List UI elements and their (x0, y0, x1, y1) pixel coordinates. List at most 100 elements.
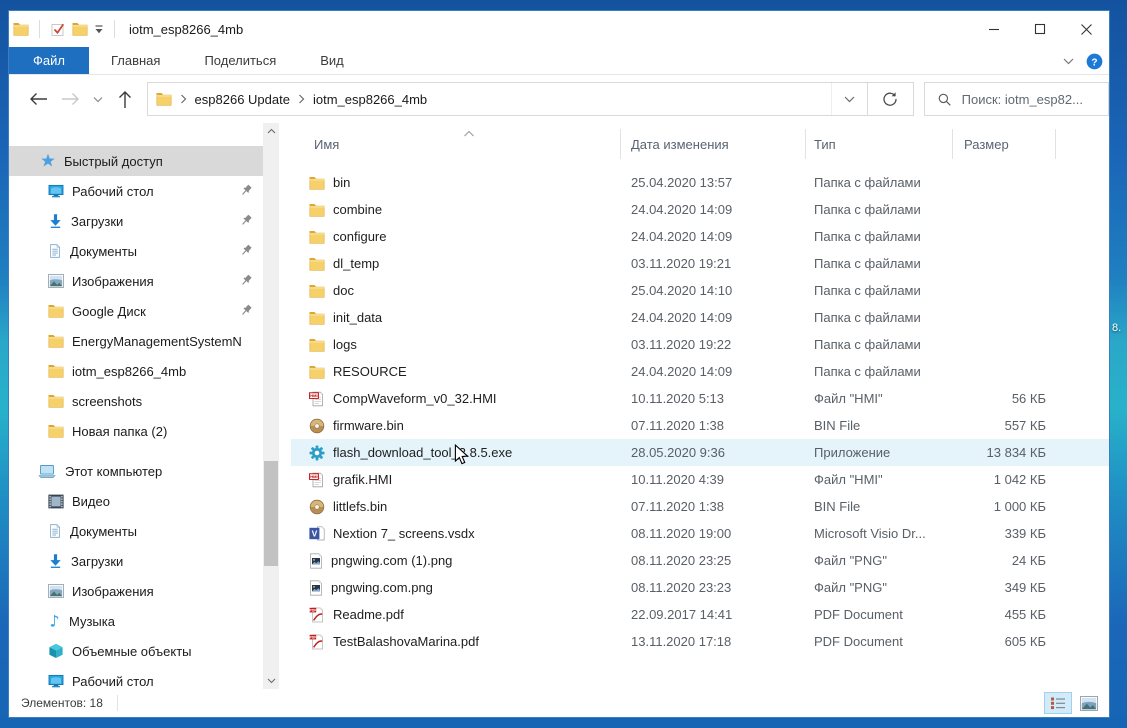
sidebar-item-downloads[interactable]: Загрузки (9, 206, 263, 236)
file-type: Файл "PNG" (806, 553, 953, 568)
breadcrumb-segment[interactable]: esp8266 Update (195, 92, 290, 107)
tab-share[interactable]: Поделиться (182, 47, 298, 74)
column-header-size[interactable]: Размер (953, 129, 1056, 159)
items-count: Элементов: 18 (21, 696, 103, 710)
breadcrumb-chevron-icon[interactable] (298, 94, 305, 104)
search-placeholder: Поиск: iotm_esp82... (962, 92, 1083, 107)
file-row-testbalashova-pdf[interactable]: PDFTestBalashovaMarina.pdf13.11.2020 17:… (291, 628, 1109, 655)
breadcrumb-chevron-icon[interactable] (180, 94, 187, 104)
file-row-readme-pdf[interactable]: PDFReadme.pdf22.09.2017 14:41PDF Documen… (291, 601, 1109, 628)
scrollbar-up-arrow-icon[interactable] (263, 123, 279, 139)
file-date-modified: 10.11.2020 5:13 (621, 391, 806, 406)
hmi-icon: HMI (309, 472, 325, 488)
sidebar-section-quick-access[interactable]: Быстрый доступ (9, 146, 263, 176)
file-row-configure[interactable]: configure24.04.2020 14:09Папка с файлами (291, 223, 1109, 250)
search-input[interactable]: Поиск: iotm_esp82... (924, 82, 1109, 116)
file-size: 349 КБ (953, 580, 1056, 595)
breadcrumb-segment[interactable]: iotm_esp8266_4mb (313, 92, 427, 107)
file-row-pngwing-1[interactable]: pngwing.com (1).png08.11.2020 23:25Файл … (291, 547, 1109, 574)
file-row-compwaveform-hmi[interactable]: HMICompWaveform_v0_32.HMI10.11.2020 5:13… (291, 385, 1109, 412)
file-row-combine[interactable]: combine24.04.2020 14:09Папка с файлами (291, 196, 1109, 223)
file-row-init-data[interactable]: init_data24.04.2020 14:09Папка с файлами (291, 304, 1109, 331)
tab-file[interactable]: Файл (9, 47, 89, 74)
file-row-pngwing[interactable]: pngwing.com.png08.11.2020 23:23Файл "PNG… (291, 574, 1109, 601)
file-name: combine (333, 202, 382, 217)
sidebar-item-desktop[interactable]: Рабочий стол (9, 176, 263, 206)
sort-ascending-icon (463, 125, 475, 140)
sidebar-item-pc-pictures[interactable]: Изображения (9, 576, 263, 606)
forward-button[interactable] (55, 92, 87, 106)
file-row-resource[interactable]: RESOURCE24.04.2020 14:09Папка с файлами (291, 358, 1109, 385)
minimize-button[interactable] (971, 11, 1017, 47)
visio-icon: V (309, 526, 325, 541)
sidebar-item-energy-management[interactable]: EnergyManagementSystemN (9, 326, 263, 356)
sidebar-item-google-drive[interactable]: Google Диск (9, 296, 263, 326)
sidebar-item-pc-documents[interactable]: Документы (9, 516, 263, 546)
downloads-icon (48, 213, 63, 229)
scrollbar-down-arrow-icon[interactable] (263, 673, 279, 689)
sidebar-section-this-pc[interactable]: Этот компьютер (9, 456, 263, 486)
tab-home[interactable]: Главная (89, 47, 182, 74)
window-folder-icon (13, 22, 29, 36)
sidebar-item-pc-3d-objects[interactable]: Объемные объекты (9, 636, 263, 666)
recent-locations-chevron-icon[interactable] (87, 96, 109, 103)
caption-buttons (971, 11, 1109, 47)
file-row-logs[interactable]: logs03.11.2020 19:22Папка с файлами (291, 331, 1109, 358)
file-row-firmware-bin[interactable]: firmware.bin07.11.2020 1:38BIN File557 К… (291, 412, 1109, 439)
folder-icon (309, 284, 325, 298)
help-icon[interactable]: ? (1086, 53, 1103, 70)
address-bar[interactable]: esp8266 Update iotm_esp8266_4mb (147, 82, 914, 116)
file-row-doc[interactable]: doc25.04.2020 14:10Папка с файлами (291, 277, 1109, 304)
sidebar-item-pc-video[interactable]: Видео (9, 486, 263, 516)
up-button[interactable] (109, 90, 141, 109)
file-row-bin[interactable]: bin25.04.2020 13:57Папка с файлами (291, 169, 1109, 196)
sidebar-scrollbar[interactable] (263, 123, 279, 689)
large-icons-view-button[interactable] (1075, 692, 1103, 714)
sidebar-item-pc-downloads[interactable]: Загрузки (9, 546, 263, 576)
sidebar-item-documents[interactable]: Документы (9, 236, 263, 266)
sidebar-item-label: Документы (70, 524, 137, 539)
file-row-dl-temp[interactable]: dl_temp03.11.2020 19:21Папка с файлами (291, 250, 1109, 277)
close-button[interactable] (1063, 11, 1109, 47)
file-date-modified: 07.11.2020 1:38 (621, 418, 806, 433)
file-name: Nextion 7_ screens.vsdx (333, 526, 475, 541)
file-name: CompWaveform_v0_32.HMI (333, 391, 497, 406)
qat-customize-dropdown-icon[interactable] (94, 25, 104, 34)
sidebar-item-pc-music[interactable]: ♪Музыка (9, 606, 263, 636)
sidebar-item-iotm-esp8266-4mb[interactable]: iotm_esp8266_4mb (9, 356, 263, 386)
back-button[interactable] (23, 92, 55, 106)
file-type: Microsoft Visio Dr... (806, 526, 953, 541)
file-name: pngwing.com.png (331, 580, 433, 595)
file-row-flash-download-tool[interactable]: flash_download_tool_3.8.5.exe28.05.2020 … (291, 439, 1109, 466)
title-bar: iotm_esp8266_4mb (9, 11, 1109, 47)
file-row-nextion-vsdx[interactable]: VNextion 7_ screens.vsdx08.11.2020 19:00… (291, 520, 1109, 547)
file-row-littlefs-bin[interactable]: littlefs.bin07.11.2020 1:38BIN File1 000… (291, 493, 1109, 520)
column-header-name[interactable]: Имя (291, 129, 621, 159)
png-icon (309, 580, 323, 596)
maximize-button[interactable] (1017, 11, 1063, 47)
properties-checkbox-icon[interactable] (50, 21, 66, 37)
file-name: firmware.bin (333, 418, 404, 433)
column-header-type[interactable]: Тип (806, 129, 953, 159)
address-dropdown-chevron-icon[interactable] (831, 83, 867, 115)
qat-separator (39, 20, 40, 38)
folder-icon (309, 203, 325, 217)
scrollbar-thumb[interactable] (264, 461, 278, 566)
file-name-cell: littlefs.bin (291, 499, 621, 515)
ribbon-collapse-chevron-icon[interactable] (1063, 57, 1074, 65)
new-folder-icon[interactable] (72, 22, 88, 36)
file-type: Папка с файлами (806, 202, 953, 217)
file-name: doc (333, 283, 354, 298)
sidebar-item-new-folder-2[interactable]: Новая папка (2) (9, 416, 263, 446)
sidebar-item-screenshots[interactable]: screenshots (9, 386, 263, 416)
column-header-date-modified[interactable]: Дата изменения (621, 129, 806, 159)
sidebar-item-pictures[interactable]: Изображения (9, 266, 263, 296)
details-view-button[interactable] (1044, 692, 1072, 714)
sidebar-item-pc-desktop[interactable]: Рабочий стол (9, 666, 263, 689)
tab-view[interactable]: Вид (298, 47, 366, 74)
file-type: Папка с файлами (806, 310, 953, 325)
file-type: Файл "HMI" (806, 391, 953, 406)
downloads-icon (48, 553, 63, 569)
refresh-button[interactable] (867, 83, 913, 115)
file-row-grafik-hmi[interactable]: HMIgrafik.HMI10.11.2020 4:39Файл "HMI"1 … (291, 466, 1109, 493)
